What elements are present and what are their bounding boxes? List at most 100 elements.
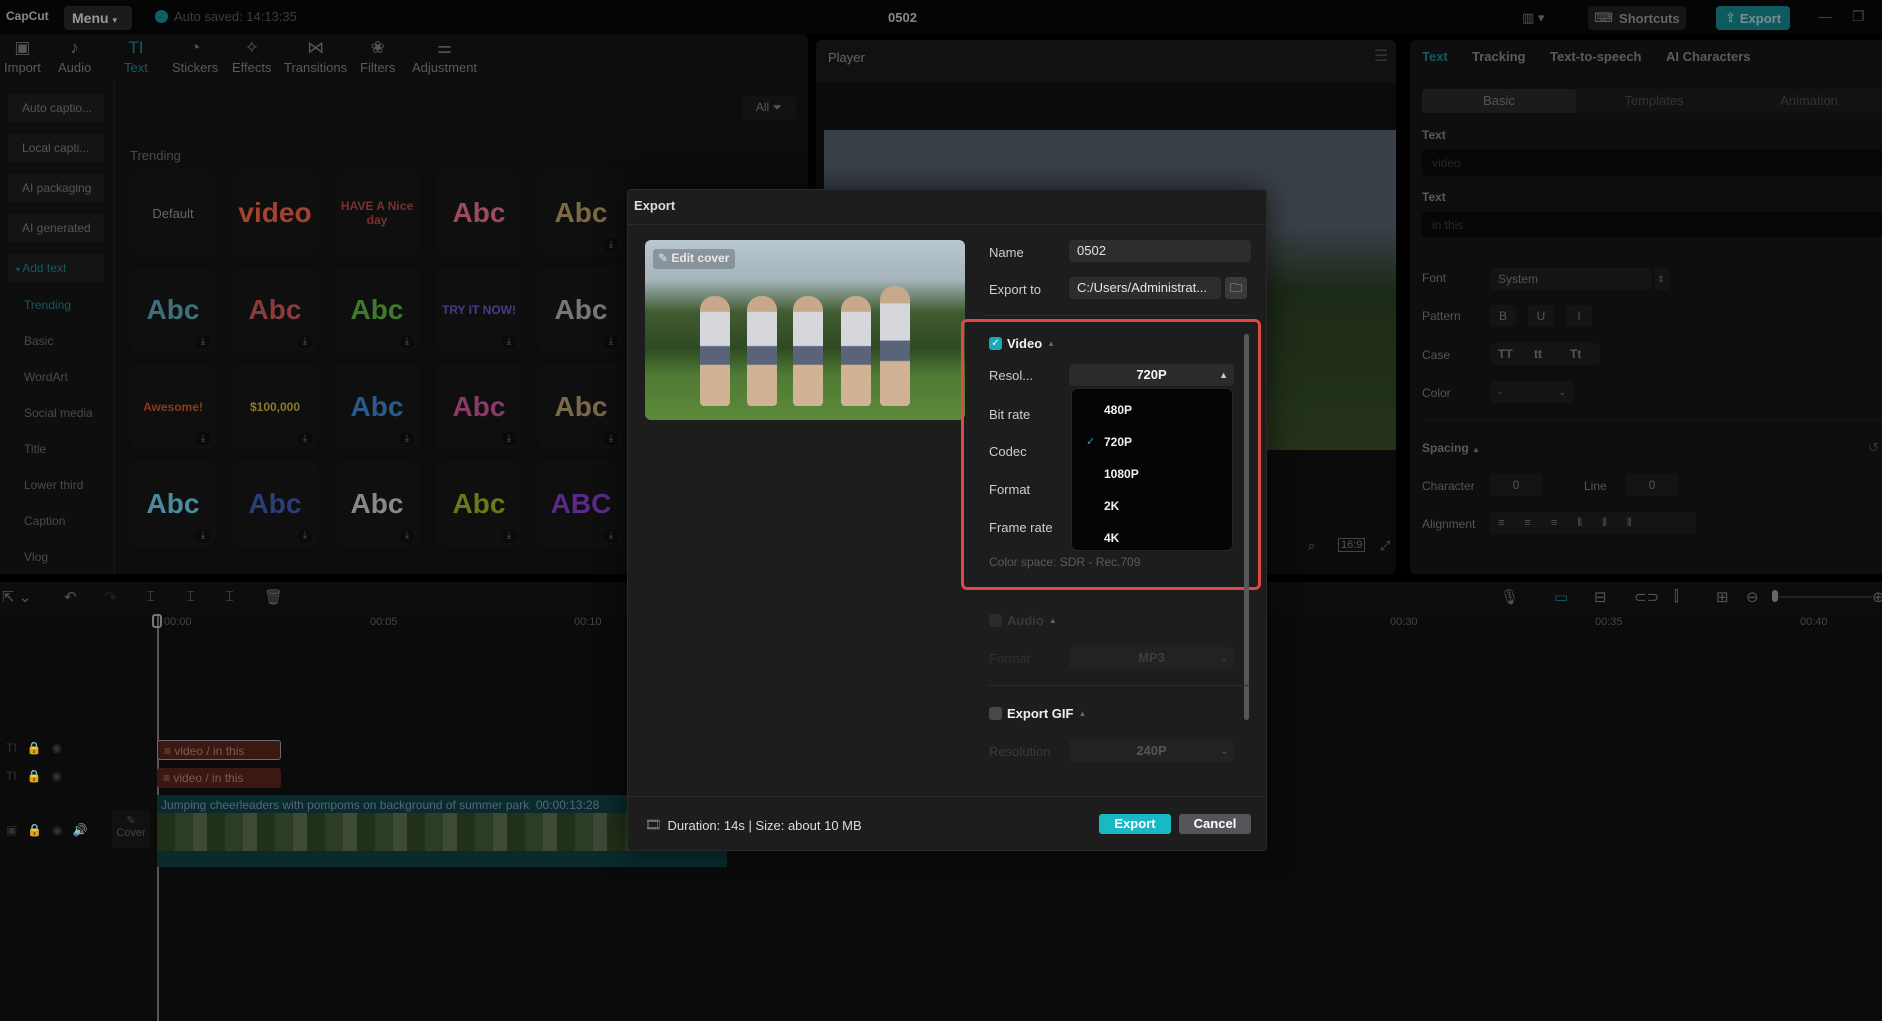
download-icon[interactable]: ⤓ — [604, 529, 618, 543]
toolbar-audio[interactable]: ♪ Audio — [58, 38, 91, 75]
select-tool-icon[interactable]: ⇱ ⌄ — [2, 588, 31, 606]
download-icon[interactable]: ⤓ — [502, 529, 516, 543]
aspect-ratio-button[interactable]: 16:9 — [1338, 538, 1366, 552]
download-icon[interactable]: ⤓ — [400, 529, 414, 543]
case-button[interactable]: tt — [1534, 347, 1542, 361]
split-preview-icon[interactable]: ⫿ — [1674, 588, 1679, 605]
auto-snap-icon[interactable]: ⊟ — [1594, 588, 1607, 606]
text-template-tile[interactable]: Abc ⤓ — [436, 364, 522, 450]
text-template-tile[interactable]: Abc ⤓ — [436, 461, 522, 547]
shortcuts-button[interactable]: ⌨ Shortcuts — [1588, 6, 1686, 30]
delete-icon[interactable]: 🗑 — [264, 588, 283, 606]
text-template-tile[interactable]: Awesome! ⤓ — [130, 364, 216, 450]
download-icon[interactable]: ⤓ — [196, 529, 210, 543]
reset-icon[interactable]: ↺ — [1868, 440, 1879, 456]
text-template-tile[interactable]: Default — [130, 170, 216, 256]
eye-icon[interactable]: ◉ — [52, 823, 62, 837]
microphone-icon[interactable]: 🎙 — [1500, 588, 1519, 606]
lock-icon[interactable]: 🔒 — [27, 769, 42, 783]
export-button[interactable]: Export — [1099, 814, 1171, 834]
text-template-tile[interactable]: TRY IT NOW! ⤓ — [436, 267, 522, 353]
tab-text-to-speech[interactable]: Text-to-speech — [1550, 49, 1642, 64]
download-icon[interactable]: ⤓ — [502, 432, 516, 446]
download-icon[interactable]: ⤓ — [298, 432, 312, 446]
sidebar-category-social-media[interactable]: Social media — [24, 406, 93, 420]
tab-tracking[interactable]: Tracking — [1472, 49, 1525, 64]
eye-icon[interactable]: ◉ — [52, 769, 62, 783]
undo-icon[interactable]: ↶ — [64, 588, 77, 606]
sidebar-category-wordart[interactable]: WordArt — [24, 370, 68, 384]
top-export-button[interactable]: ⇪ Export — [1716, 6, 1790, 30]
menu-button[interactable]: Menu ▾ — [64, 6, 132, 30]
split-right-icon[interactable]: ⌶ — [225, 588, 234, 605]
download-icon[interactable]: ⤓ — [604, 238, 618, 252]
subtab-basic[interactable]: Basic — [1422, 89, 1576, 113]
dialog-scrollbar[interactable] — [1244, 334, 1249, 720]
sidebar-category-trending[interactable]: Trending — [24, 298, 71, 312]
split-left-icon[interactable]: ⌶ — [186, 588, 195, 605]
cancel-button[interactable]: Cancel — [1179, 814, 1251, 834]
sidebar-category-title[interactable]: Title — [24, 442, 46, 456]
tab-ai-characters[interactable]: AI Characters — [1666, 49, 1751, 64]
text-clip[interactable]: ≡ video / in this — [157, 740, 281, 760]
text-template-tile[interactable]: Abc ⤓ — [130, 461, 216, 547]
toolbar-transitions[interactable]: ⋈ Transitions — [284, 38, 347, 75]
sidebar-button[interactable]: Auto captio... — [8, 94, 104, 122]
text-template-tile[interactable]: Abc ⤓ — [232, 461, 318, 547]
toolbar-filters[interactable]: ❀ Filters — [360, 38, 395, 75]
restore-icon[interactable]: ❐ — [1852, 8, 1865, 25]
export-path-input[interactable]: C:/Users/Administrat... — [1069, 277, 1221, 299]
zoom-slider-handle[interactable] — [1772, 590, 1778, 602]
playhead-handle[interactable] — [152, 614, 162, 628]
text-template-tile[interactable]: HAVE A Nice day — [334, 170, 420, 256]
sidebar-category-caption[interactable]: Caption — [24, 514, 65, 528]
zoom-in-icon[interactable]: ⊕ — [1872, 588, 1882, 606]
text-template-tile[interactable]: Abc ⤓ — [538, 267, 624, 353]
toolbar-text[interactable]: TI Text — [124, 38, 148, 75]
font-select[interactable]: System — [1490, 268, 1652, 290]
download-icon[interactable]: ⤓ — [400, 335, 414, 349]
gif-checkbox[interactable] — [989, 707, 1002, 720]
toolbar-import[interactable]: ▣ Import — [4, 38, 41, 75]
tab-text[interactable]: Text — [1422, 49, 1448, 64]
download-icon[interactable]: ⤓ — [298, 335, 312, 349]
sidebar-category-lower-third[interactable]: Lower third — [24, 478, 83, 492]
case-button[interactable]: TT — [1498, 347, 1513, 361]
download-icon[interactable]: ⤓ — [298, 529, 312, 543]
download-icon[interactable]: ⤓ — [196, 335, 210, 349]
sidebar-category-vlog[interactable]: Vlog — [24, 550, 48, 564]
subtab-animation[interactable]: Animation — [1732, 93, 1882, 108]
minimize-icon[interactable]: — — [1818, 8, 1832, 24]
audio-checkbox[interactable] — [989, 614, 1002, 627]
text-template-tile[interactable]: video — [232, 170, 318, 256]
character-input[interactable]: 0 — [1490, 474, 1542, 496]
layout-icon[interactable]: ▥ ▾ — [1522, 10, 1544, 26]
gif-resolution-select[interactable]: 240P ⌄ — [1069, 740, 1234, 762]
sidebar-button[interactable]: Local capti... — [8, 134, 104, 162]
sidebar-button[interactable]: AI packaging — [8, 174, 104, 202]
zoom-slider[interactable] — [1772, 596, 1872, 598]
zoom-out-icon[interactable]: ⊖ — [1746, 588, 1759, 606]
sidebar-category-basic[interactable]: Basic — [24, 334, 53, 348]
text-template-tile[interactable]: Abc ⤓ — [334, 364, 420, 450]
zoom-fit-icon[interactable]: ⌕ — [1308, 538, 1315, 554]
hamburger-icon[interactable]: ☰ — [1374, 46, 1388, 66]
name-input[interactable]: 0502 — [1069, 240, 1251, 262]
audio-icon[interactable]: 🔊 — [73, 823, 88, 837]
color-select[interactable]: - ⌄ — [1490, 381, 1574, 403]
redo-icon[interactable]: ↷ — [104, 588, 117, 606]
text-template-tile[interactable]: Abc — [436, 170, 522, 256]
filter-button[interactable]: All ⏷ — [742, 96, 796, 120]
text-template-tile[interactable]: Abc ⤓ — [334, 461, 420, 547]
lock-icon[interactable]: 🔒 — [27, 741, 42, 755]
toolbar-adjustment[interactable]: ⚌ Adjustment — [412, 38, 477, 75]
text-template-tile[interactable]: Abc ⤓ — [232, 267, 318, 353]
case-button[interactable]: Tt — [1570, 347, 1581, 361]
pattern-button-i[interactable]: I — [1566, 305, 1592, 327]
gif-section-header[interactable]: Export GIF ▲ — [989, 706, 1086, 721]
text1-input[interactable]: video — [1422, 150, 1882, 176]
toolbar-stickers[interactable]: ◔ Stickers — [172, 38, 218, 75]
text-clip[interactable]: ≡ video / in this — [157, 768, 281, 788]
magnet-icon[interactable]: ▭ — [1554, 588, 1568, 606]
split-icon[interactable]: ⌶ — [146, 588, 155, 605]
